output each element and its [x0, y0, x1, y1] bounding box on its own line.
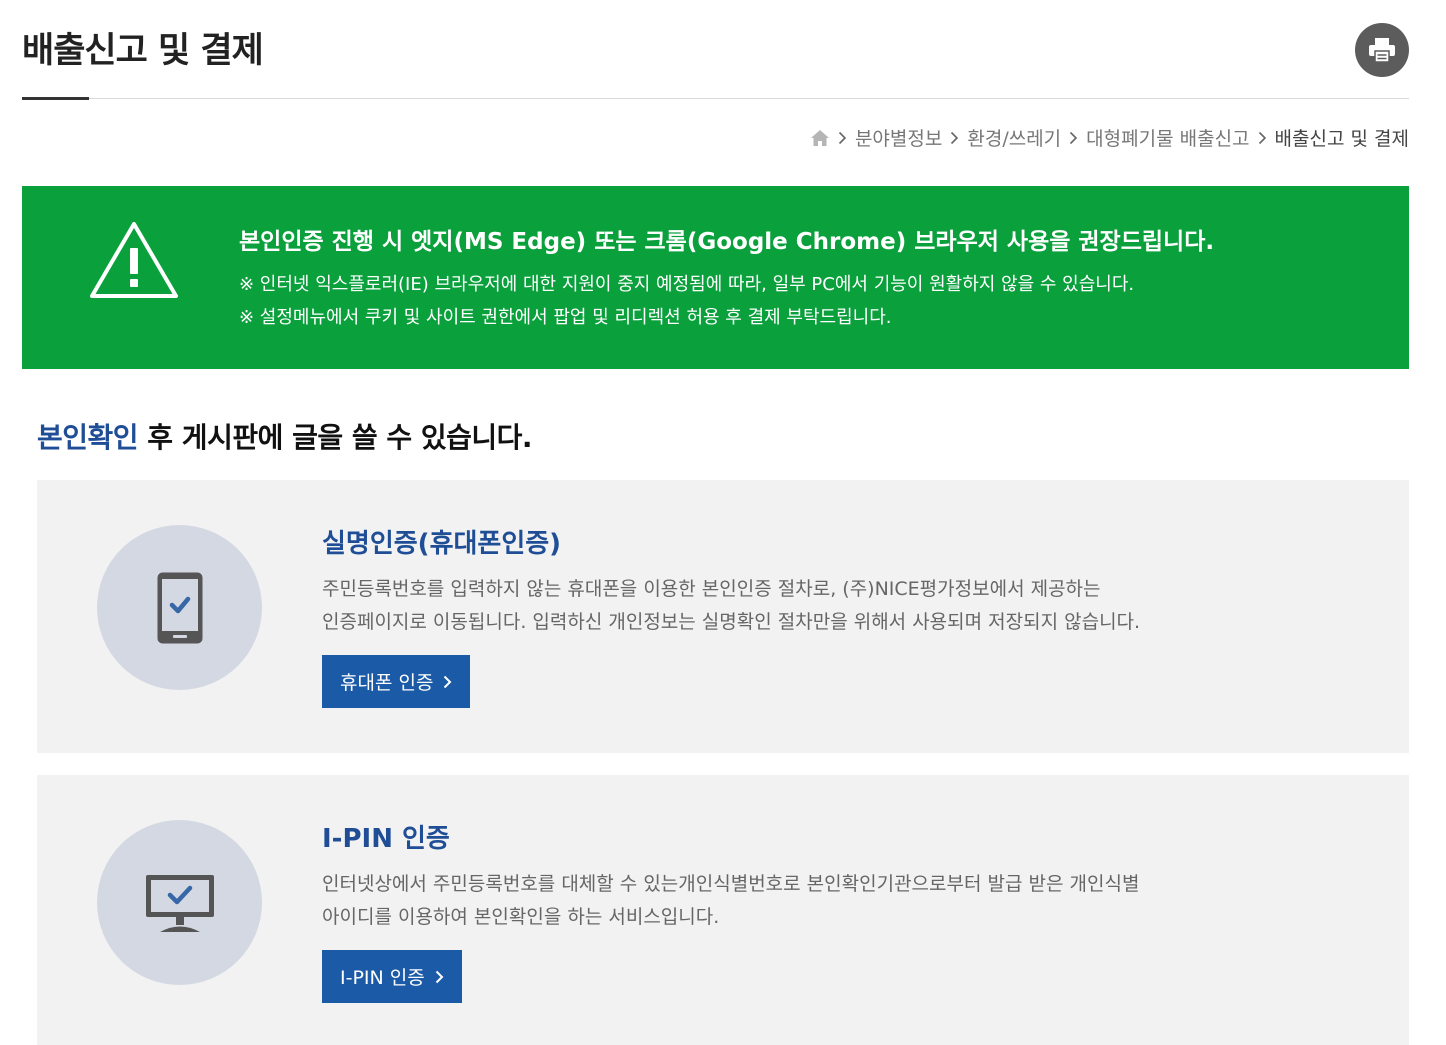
monitor-icon: [145, 874, 214, 932]
auth-card-ipin: I-PIN 인증 인터넷상에서 주민등록번호를 대체할 수 있는개인식별번호로 …: [37, 775, 1409, 1045]
chevron-right-icon: [1258, 131, 1267, 145]
lead-highlight: 본인확인: [37, 421, 139, 454]
mobile-auth-desc-line: 인증페이지로 이동됩니다. 입력하신 개인정보는 실명확인 절차만을 위해서 사…: [322, 611, 1141, 633]
lead-rest: 후 게시판에 글을 쓸 수 있습니다.: [138, 421, 533, 454]
ipin-auth-desc-line: 인터넷상에서 주민등록번호를 대체할 수 있는개인식별번호로 본인확인기관으로부…: [322, 873, 1140, 895]
mobile-auth-desc-line: 주민등록번호를 입력하지 않는 휴대폰을 이용한 본인인증 절차로, (주)NI…: [322, 578, 1101, 600]
ipin-auth-button-label: I-PIN 인증: [340, 967, 425, 989]
page-title: 배출신고 및 결제: [22, 31, 264, 71]
ipin-auth-desc-line: 아이디를 이용하여 본인확인을 하는 서비스입니다.: [322, 906, 720, 928]
auth-card-mobile: 실명인증(휴대폰인증) 주민등록번호를 입력하지 않는 휴대폰을 이용한 본인인…: [37, 480, 1409, 753]
ipin-auth-button[interactable]: I-PIN 인증: [322, 950, 462, 1003]
monitor-icon-circle: [97, 820, 262, 985]
print-button[interactable]: [1355, 23, 1409, 77]
breadcrumb-item-environment[interactable]: 환경/쓰레기: [967, 124, 1061, 151]
printer-icon: [1369, 38, 1395, 63]
mobile-auth-title: 실명인증(휴대폰인증): [322, 529, 562, 559]
mobile-auth-description: 주민등록번호를 입력하지 않는 휴대폰을 이용한 본인인증 절차로, (주)NI…: [322, 573, 1140, 639]
breadcrumb-item-field-info[interactable]: 분야별정보: [855, 124, 942, 151]
title-underline: [22, 97, 89, 100]
warning-icon: [90, 222, 178, 298]
chevron-right-icon: [443, 675, 452, 689]
notice-line-popup: ※ 설정메뉴에서 쿠키 및 사이트 권한에서 팝업 및 리디렉션 허용 후 결제…: [239, 307, 892, 328]
mobile-phone-icon: [157, 572, 202, 643]
notice-main-text: 본인인증 진행 시 엣지(MS Edge) 또는 크롬(Google Chrom…: [239, 229, 1215, 255]
notice-line-ie: ※ 인터넷 익스플로러(IE) 브라우저에 대한 지원이 중지 예정됨에 따라,…: [239, 274, 1135, 295]
browser-notice-banner: 본인인증 진행 시 엣지(MS Edge) 또는 크롬(Google Chrom…: [22, 186, 1409, 369]
mobile-auth-button[interactable]: 휴대폰 인증: [322, 655, 471, 708]
page-header: 배출신고 및 결제: [22, 0, 1409, 100]
chevron-right-icon: [1069, 131, 1078, 145]
breadcrumb: 분야별정보 환경/쓰레기 대형폐기물 배출신고 배출신고 및 결제: [810, 124, 1409, 151]
chevron-right-icon: [435, 970, 444, 984]
chevron-right-icon: [838, 131, 847, 145]
auth-lead-text: 본인확인 후 게시판에 글을 쓸 수 있습니다.: [37, 416, 533, 456]
breadcrumb-item-current[interactable]: 배출신고 및 결제: [1275, 124, 1409, 151]
ipin-auth-description: 인터넷상에서 주민등록번호를 대체할 수 있는개인식별번호로 본인확인기관으로부…: [322, 868, 1139, 934]
mobile-icon-circle: [97, 525, 262, 690]
mobile-auth-button-label: 휴대폰 인증: [340, 672, 434, 694]
ipin-auth-title: I-PIN 인증: [322, 824, 450, 854]
chevron-right-icon: [950, 131, 959, 145]
home-icon[interactable]: [810, 129, 830, 147]
breadcrumb-item-bulky-waste[interactable]: 대형폐기물 배출신고: [1086, 124, 1249, 151]
